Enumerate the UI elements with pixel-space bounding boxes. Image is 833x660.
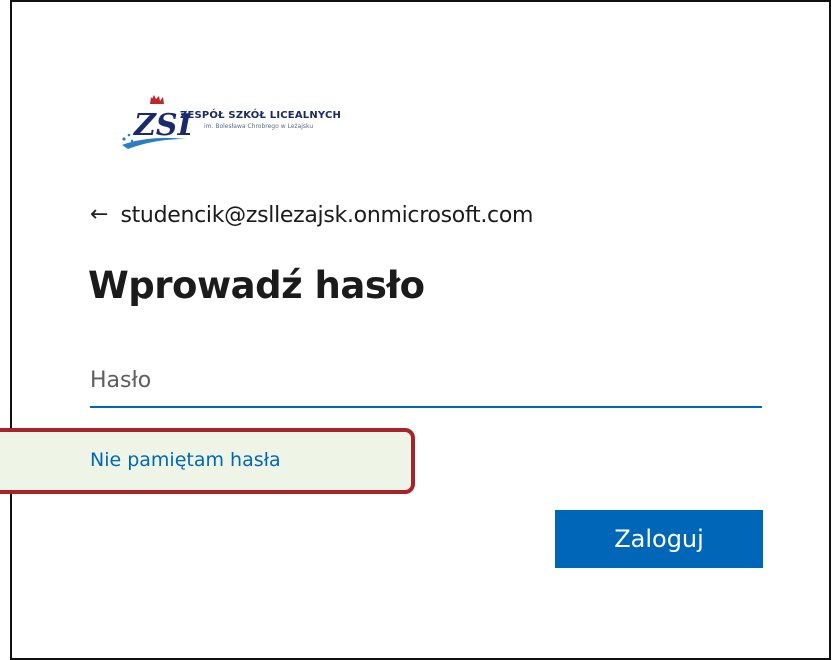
school-logo: ZSL ZESPÓŁ SZKÓŁ LICEALNYCH im. Bolesław…	[118, 95, 388, 153]
back-arrow-icon[interactable]: ←	[90, 204, 108, 226]
logo-subtitle: im. Bolesława Chrobrego w Leżajsku	[204, 123, 314, 130]
forgot-password-link[interactable]: Nie pamiętam hasła	[90, 449, 281, 471]
identity-email: studencik@zsllezajsk.onmicrosoft.com	[120, 202, 534, 228]
zsl-logo-icon: ZSL	[122, 95, 190, 149]
sign-in-button[interactable]: Zaloguj	[555, 510, 763, 568]
password-input[interactable]	[90, 354, 762, 408]
page-title: Wprowadź hasło	[88, 264, 425, 307]
back-identity-row[interactable]: ← studencik@zsllezajsk.onmicrosoft.com	[90, 198, 533, 232]
logo-title: ZESPÓŁ SZKÓŁ LICEALNYCH	[180, 110, 342, 121]
